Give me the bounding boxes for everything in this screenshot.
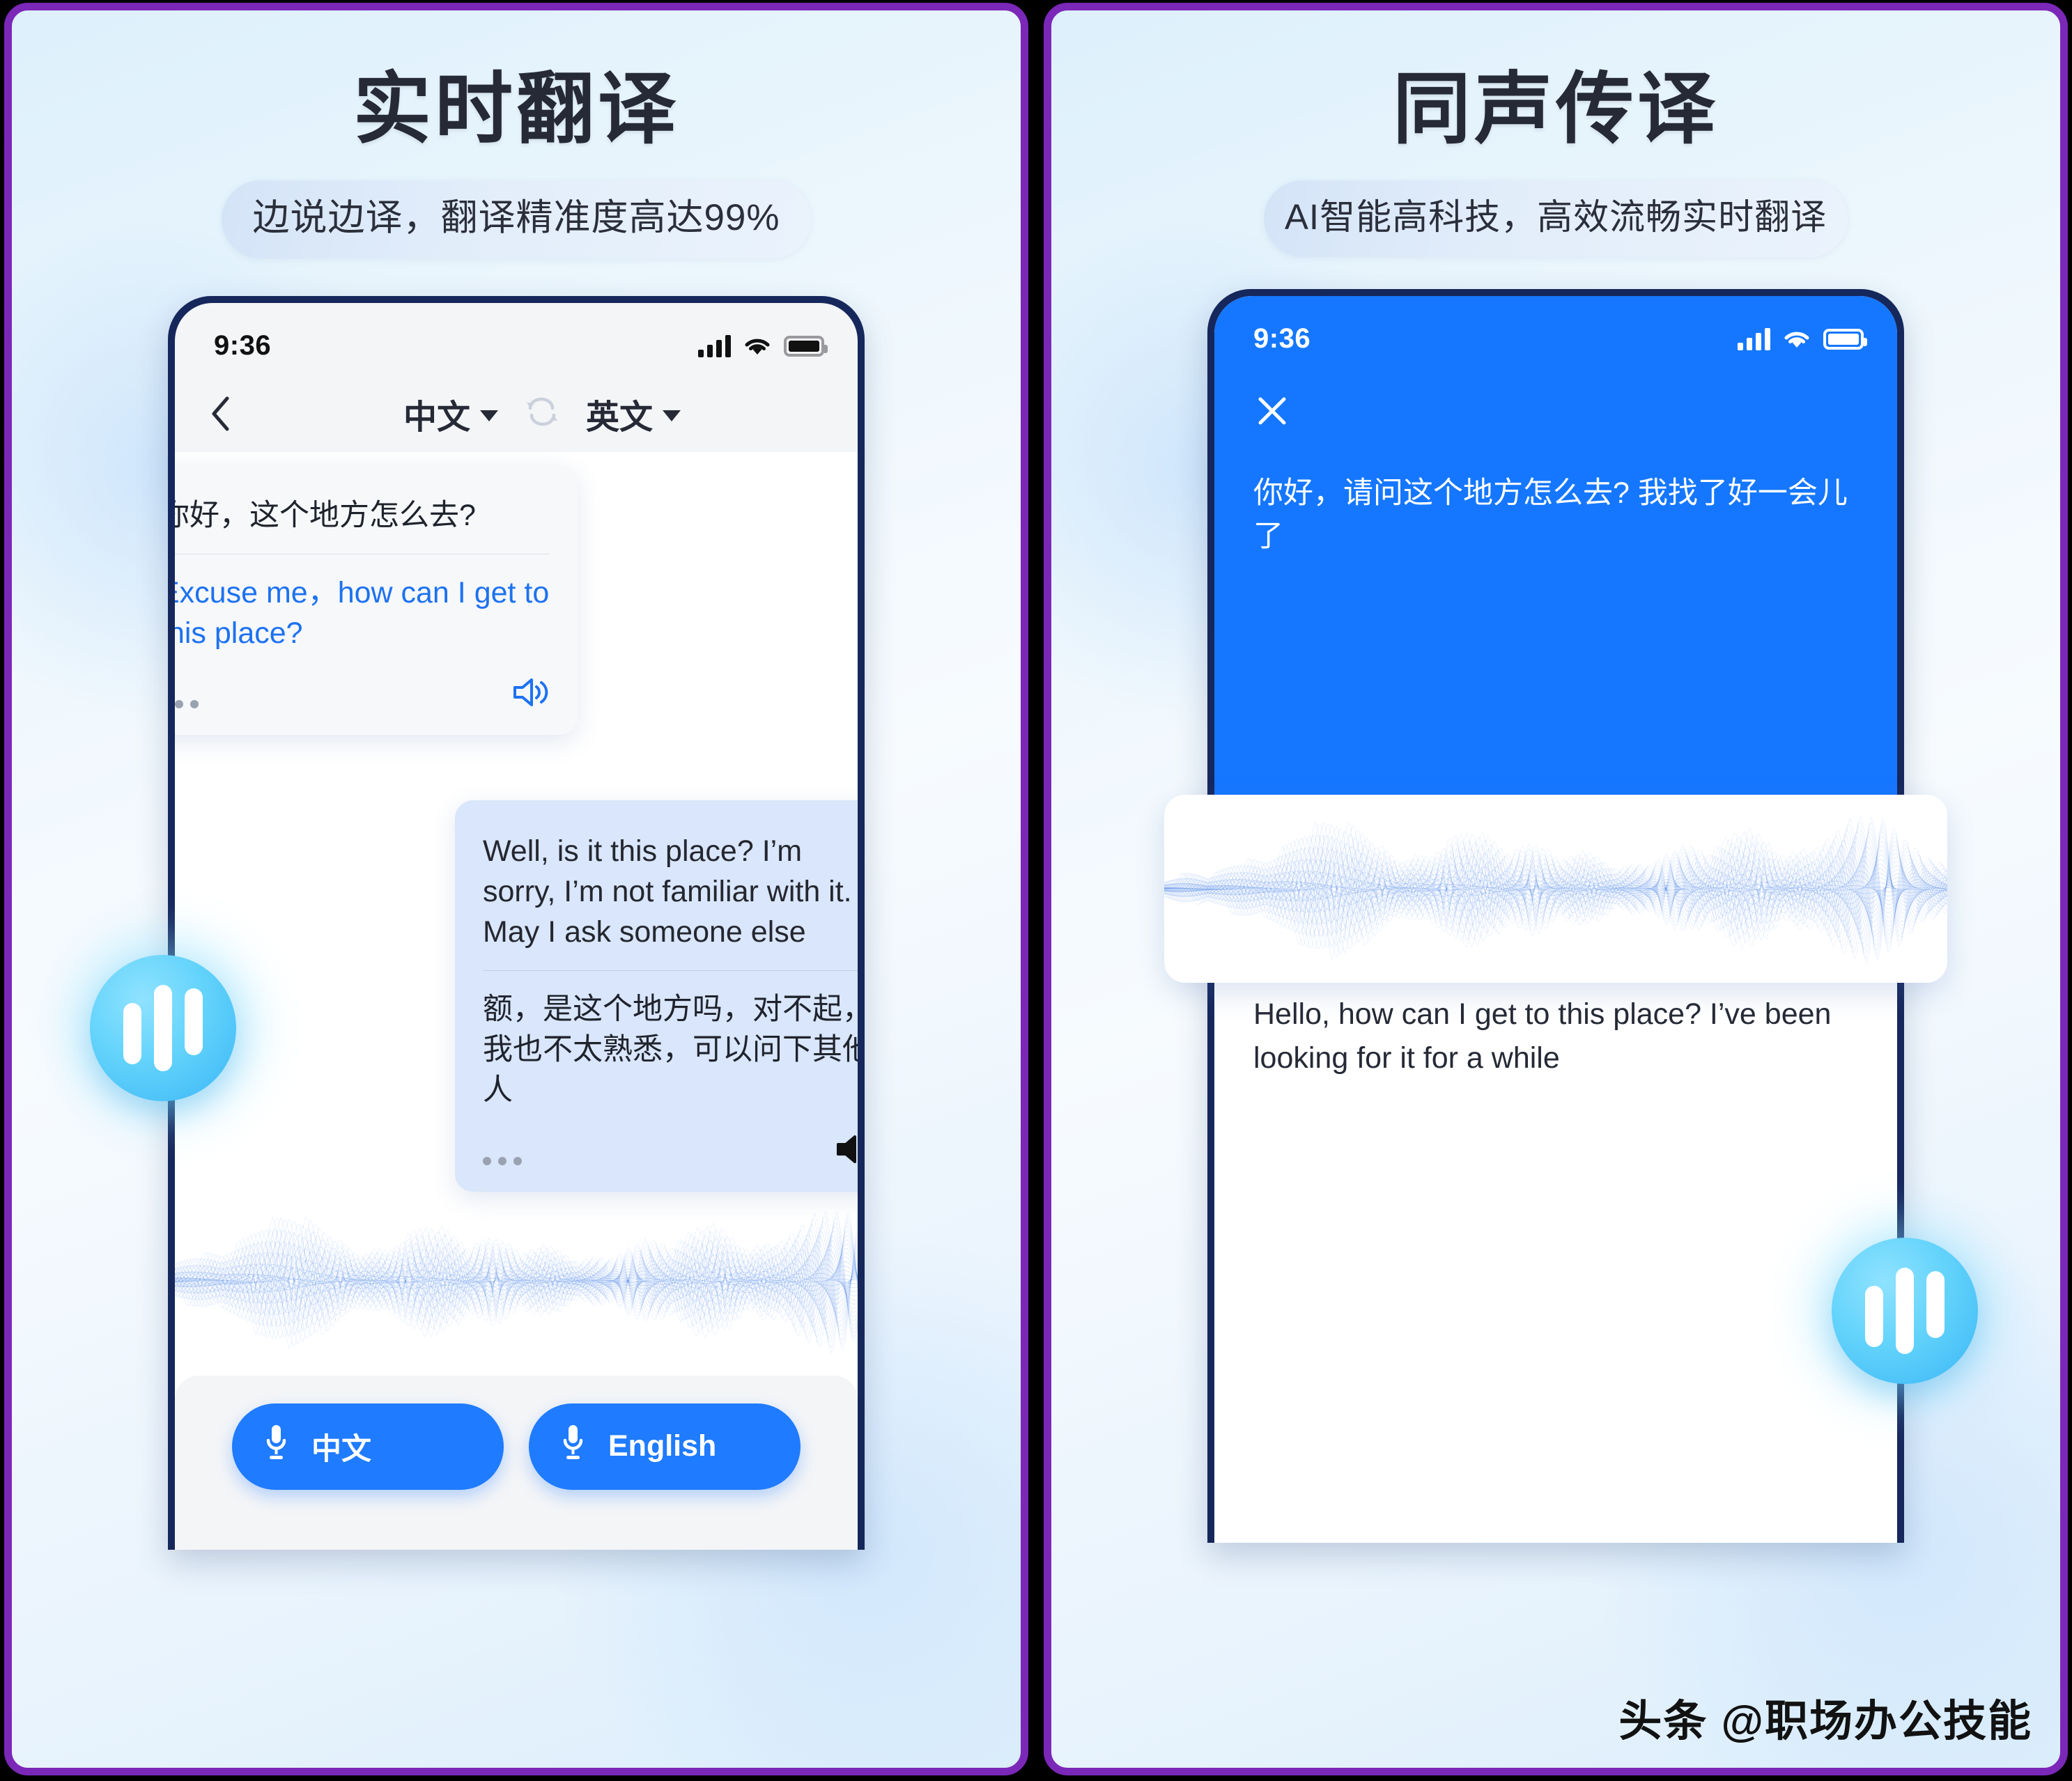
close-x-icon[interactable] [1253, 392, 1291, 430]
phone-screen-left: 9:36 中文 英文 你好，这个地方怎么去? xcuse me，how can … [175, 302, 858, 1550]
mic-button-label: 中文 [311, 1432, 371, 1466]
right-panel: 同声传译 AI智能高科技，高效流畅实时翻译 9:36 你好，请问这个地方怎么去?… [1044, 3, 2068, 1775]
audio-wave-badge-icon[interactable] [1832, 1237, 1978, 1384]
bubble-divider [483, 970, 858, 971]
message-bubble-outgoing[interactable]: Well, is it this place? I’m sorry, I’m n… [455, 800, 858, 1192]
signal-bars-icon [698, 334, 731, 357]
page-title-right: 同声传译 [1393, 65, 1719, 153]
subtitle-pill-left: 边说边译，翻译精准度高达99% [222, 180, 811, 258]
spoken-transcript: 你好，请问这个地方怎么去? 我找了好一会儿了 [1253, 476, 1848, 553]
chat-area: 你好，这个地方怎么去? Excuse me，how can I get to t… [175, 451, 858, 1550]
phone-mockup-right: 9:36 你好，请问这个地方怎么去? 我找了好一会儿了 Hello, how c… [1164, 288, 1978, 1543]
speaker-icon[interactable] [834, 1131, 858, 1171]
status-time: 9:36 [1253, 323, 1311, 355]
microphone-icon [264, 1422, 288, 1470]
audio-waveform [175, 1204, 858, 1358]
watermark: 头条 @职场办公技能 [1618, 1697, 2032, 1745]
status-icon-group [1738, 327, 1867, 350]
message-original-text: 你好，这个地方怎么去? [175, 498, 476, 532]
battery-icon [1823, 328, 1867, 350]
wifi-icon [743, 336, 771, 357]
message-bubble-incoming[interactable]: 你好，这个地方怎么去? Excuse me，how can I get to t… [175, 464, 578, 735]
mic-button-chinese[interactable]: 中文 [232, 1403, 504, 1490]
page-title-left: 实时翻译 [353, 65, 679, 153]
status-bar-left: 9:36 [175, 303, 858, 375]
status-time: 9:36 [214, 330, 272, 361]
wifi-icon [1783, 329, 1811, 350]
message-original-text: Well, is it this place? I’m sorry, I’m n… [483, 834, 852, 949]
phone-mockup-left: 9:36 中文 英文 你好，这个地方怎么去? xcuse me，how can … [90, 295, 865, 1550]
left-panel: 实时翻译 边说边译，翻译精准度高达99% 9:36 中文 英文 你好，这个地方怎… [4, 3, 1028, 1775]
message-translated-text: Excuse me，how can I get to this place? [175, 575, 550, 650]
source-language-selector[interactable]: 中文 [403, 389, 498, 438]
mic-button-label: English [608, 1429, 717, 1463]
chevron-left-icon[interactable] [204, 396, 236, 432]
speaker-icon[interactable] [511, 674, 550, 714]
audio-wave-badge-icon[interactable] [90, 954, 236, 1101]
target-language-label: 英文 [586, 398, 654, 436]
language-selector-group: 中文 英文 [254, 389, 830, 438]
status-bar-right: 9:36 [1214, 296, 1897, 368]
message-translated-text: 额，是这个地方吗，对不起，我也不太熟悉，可以问下其他人 [483, 992, 858, 1107]
status-icon-group [698, 334, 828, 357]
chevron-down-icon [663, 410, 681, 421]
poster-stage: 实时翻译 边说边译，翻译精准度高达99% 9:36 中文 英文 你好，这个地方怎… [0, 0, 2072, 1781]
waveform-card [1164, 794, 1947, 983]
audio-waveform [1164, 814, 1947, 965]
bubble-footer [175, 674, 550, 714]
mic-button-english[interactable]: English [529, 1403, 801, 1490]
swap-arrows-icon[interactable] [522, 394, 562, 433]
chevron-down-icon [480, 410, 498, 421]
signal-bars-icon [1738, 327, 1770, 350]
translate-nav-bar: 中文 英文 [175, 375, 858, 452]
bubble-footer [483, 1131, 858, 1171]
target-language-selector[interactable]: 英文 [586, 389, 681, 438]
ellipsis-icon[interactable] [483, 1156, 522, 1171]
mic-button-bar: 中文 English [175, 1375, 858, 1550]
microphone-icon [561, 1422, 585, 1470]
battery-icon [784, 335, 828, 357]
source-language-label: 中文 [403, 398, 470, 436]
subtitle-pill-right: AI智能高科技，高效流畅实时翻译 [1263, 180, 1848, 257]
ellipsis-icon[interactable] [175, 699, 199, 714]
